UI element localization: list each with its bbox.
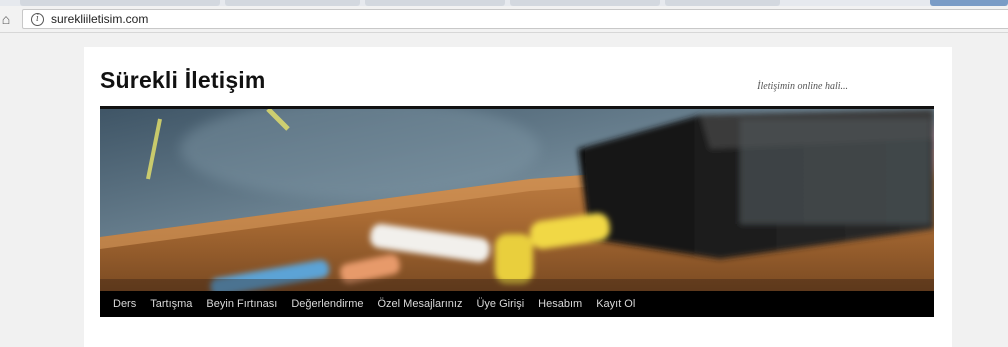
site-title[interactable]: Sürekli İletişim: [100, 67, 266, 94]
header-banner-image: [100, 109, 934, 291]
url-text: surekliiletisim.com: [51, 12, 149, 26]
nav-item-kayit-ol[interactable]: Kayıt Ol: [596, 298, 635, 310]
main-navigation: Ders Tartışma Beyin Fırtınası Değerlendi…: [100, 291, 934, 317]
nav-item-ozel-mesajlariniz[interactable]: Özel Mesajlarınız: [378, 298, 463, 310]
site-container: Sürekli İletişim İletişimin online hali.…: [84, 47, 952, 347]
home-icon[interactable]: ⌂: [0, 9, 16, 29]
address-bar[interactable]: i surekliiletisim.com: [22, 9, 1008, 29]
nav-item-beyin-firtinasi[interactable]: Beyin Fırtınası: [206, 298, 277, 310]
nav-item-ders[interactable]: Ders: [113, 298, 136, 310]
browser-toolbar: ⌂ i surekliiletisim.com: [0, 6, 1008, 33]
nav-item-tartisma[interactable]: Tartışma: [150, 298, 192, 310]
nav-item-hesabim[interactable]: Hesabım: [538, 298, 582, 310]
site-description: İletişimin online hali...: [757, 81, 848, 92]
nav-item-uye-girisi[interactable]: Üye Girişi: [476, 298, 524, 310]
page-viewport: Sürekli İletişim İletişimin online hali.…: [0, 33, 1008, 347]
nav-item-degerlendirme[interactable]: Değerlendirme: [291, 298, 363, 310]
info-icon[interactable]: i: [31, 13, 44, 26]
